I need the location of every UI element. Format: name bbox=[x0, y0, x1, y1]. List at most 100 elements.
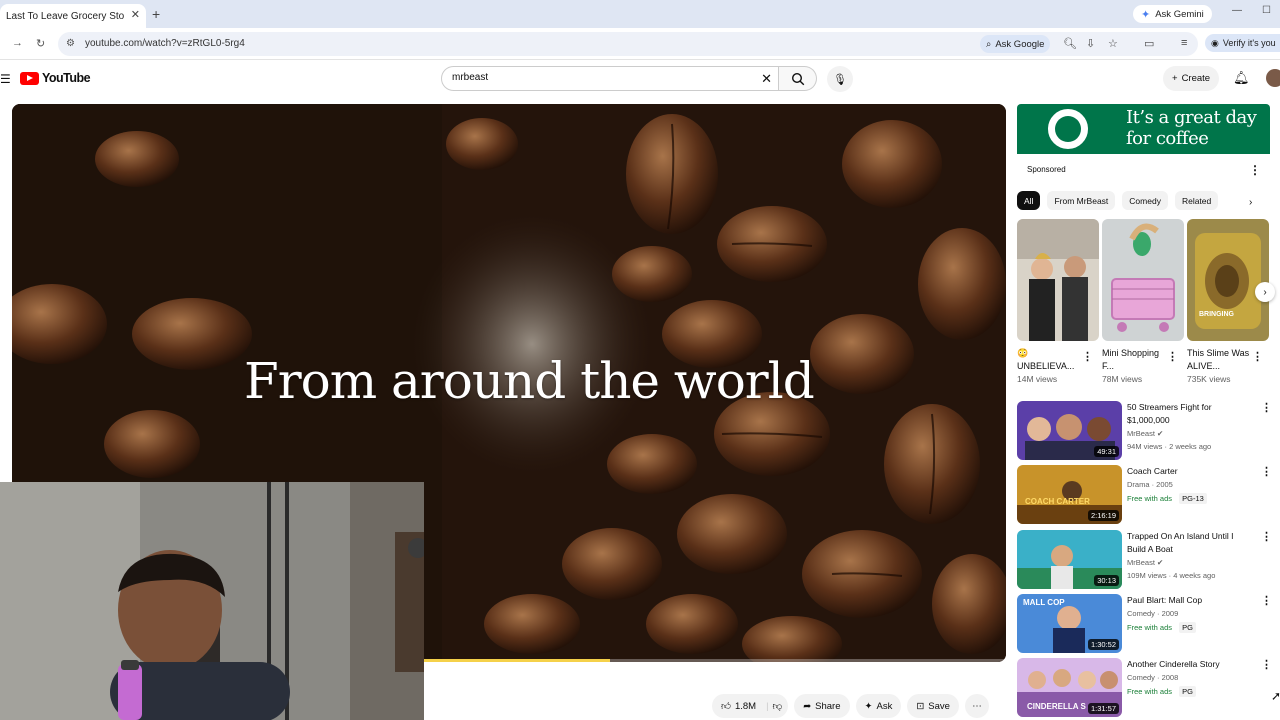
address-bar-row: → ↻ ⚙ youtube.com/watch?v=zRtGL0-5rg4 ⌕ … bbox=[0, 28, 1280, 60]
thumbnail-text: COACH CARTER bbox=[1025, 497, 1090, 506]
short-more-icon[interactable]: ⋮ bbox=[1167, 350, 1178, 363]
youtube-header: ☰ YouTube ✕ 🎙︎ + Create 🔔︎ bbox=[0, 60, 1280, 98]
video-duration: 1:30:52 bbox=[1087, 639, 1119, 650]
chip-comedy[interactable]: Comedy bbox=[1122, 191, 1168, 210]
short-more-icon[interactable]: ⋮ bbox=[1082, 350, 1093, 363]
video-more-icon[interactable]: ⋮ bbox=[1261, 658, 1272, 671]
forward-icon[interactable]: → bbox=[12, 37, 23, 49]
video-more-icon[interactable]: ⋮ bbox=[1261, 594, 1272, 607]
ask-gemini-button[interactable]: ✦ Ask Gemini bbox=[1133, 5, 1212, 23]
video-more-icon[interactable]: ⋮ bbox=[1261, 401, 1272, 414]
create-button[interactable]: + Create bbox=[1163, 66, 1220, 91]
short-views: 735K views bbox=[1187, 374, 1231, 384]
mouse-cursor-icon: ➚ bbox=[1271, 689, 1280, 703]
tab-close-icon[interactable]: ✕ bbox=[131, 8, 140, 21]
zoom-icon[interactable]: 🔍︎ bbox=[1063, 37, 1077, 50]
new-tab-button[interactable]: + bbox=[152, 6, 160, 22]
chips-next-icon[interactable]: › bbox=[1249, 197, 1252, 208]
clear-search-icon[interactable]: ✕ bbox=[761, 71, 772, 87]
starbucks-logo bbox=[1045, 106, 1091, 152]
chip-from-mrbeast[interactable]: From MrBeast bbox=[1047, 191, 1116, 210]
video-meta: 94M views · 2 weeks ago bbox=[1127, 442, 1212, 451]
short-title[interactable]: Mini Shopping F... bbox=[1102, 347, 1170, 373]
video-actions-bar: 👍︎ 1.8M | 👎︎ ➦ Share ✦ Ask ⊡ Save ⋯ bbox=[712, 694, 989, 718]
search-box[interactable]: ✕ bbox=[441, 66, 779, 91]
verify-profile-button[interactable]: ◉ Verify it's you bbox=[1205, 34, 1280, 52]
more-actions-button[interactable]: ⋯ bbox=[964, 694, 989, 718]
video-info: Another Cinderella Story Comedy · 2008 F… bbox=[1127, 658, 1247, 698]
video-more-icon[interactable]: ⋮ bbox=[1261, 530, 1272, 543]
ad-headline: It’s a great day for coffee bbox=[1126, 107, 1257, 149]
voice-search-button[interactable]: 🎙︎ bbox=[827, 66, 853, 92]
split-view-icon[interactable]: ▭ bbox=[1144, 37, 1154, 50]
install-icon[interactable]: ⇩ bbox=[1086, 37, 1095, 50]
video-duration: 49:31 bbox=[1094, 446, 1119, 457]
short-thumbnail: BRINGING bbox=[1187, 219, 1269, 341]
video-title[interactable]: Paul Blart: Mall Cop bbox=[1127, 594, 1247, 607]
video-thumbnail: COACH CARTER 2:16:19 bbox=[1017, 465, 1122, 524]
video-thumbnail: 30:13 bbox=[1017, 530, 1122, 589]
recommended-video[interactable]: MALL COP 1:30:52 Paul Blart: Mall Cop Co… bbox=[1017, 594, 1277, 654]
genre-year: Drama · 2005 bbox=[1127, 480, 1173, 489]
notifications-bell-icon[interactable]: 🔔︎ bbox=[1233, 70, 1250, 86]
channel-name[interactable]: MrBeast ✔ bbox=[1127, 556, 1247, 569]
video-info: Trapped On An Island Until I Build A Boa… bbox=[1127, 530, 1247, 582]
short-item[interactable]: 😳 UNBELIEVA... 14M views ⋮ bbox=[1017, 219, 1099, 384]
video-info: 50 Streamers Fight for $1,000,000 MrBeas… bbox=[1127, 401, 1247, 453]
short-thumbnail-image bbox=[1187, 219, 1269, 341]
short-more-icon[interactable]: ⋮ bbox=[1252, 350, 1263, 363]
avatar[interactable] bbox=[1266, 69, 1280, 87]
short-thumbnail-image bbox=[1017, 219, 1099, 341]
video-info: Coach Carter Drama · 2005 Free with ads … bbox=[1127, 465, 1247, 505]
short-title[interactable]: This Slime Was ALIVE... bbox=[1187, 347, 1255, 373]
youtube-logo[interactable]: YouTube bbox=[20, 71, 91, 85]
channel-name[interactable]: MrBeast ✔ bbox=[1127, 427, 1247, 440]
recommended-video[interactable]: 49:31 50 Streamers Fight for $1,000,000 … bbox=[1017, 401, 1277, 461]
bookmark-star-icon[interactable]: ☆ bbox=[1108, 37, 1118, 50]
video-more-icon[interactable]: ⋮ bbox=[1261, 465, 1272, 478]
url-text[interactable]: youtube.com/watch?v=zRtGL0-5rg4 bbox=[85, 38, 245, 49]
recommended-video[interactable]: COACH CARTER 2:16:19 Coach Carter Drama … bbox=[1017, 465, 1277, 525]
site-info-icon[interactable]: ⚙ bbox=[66, 38, 75, 49]
like-button[interactable]: 👍︎ 1.8M | 👎︎ bbox=[712, 694, 789, 718]
short-thumbnail bbox=[1017, 219, 1099, 341]
ask-gemini-label: Ask Gemini bbox=[1155, 8, 1204, 20]
video-progress-bar[interactable] bbox=[424, 659, 1006, 662]
ad-more-icon[interactable]: ⋮ bbox=[1249, 163, 1261, 177]
video-title[interactable]: 50 Streamers Fight for $1,000,000 bbox=[1127, 401, 1247, 427]
video-duration: 2:16:19 bbox=[1087, 510, 1119, 521]
maximize-icon[interactable]: ☐ bbox=[1262, 5, 1271, 16]
search-button[interactable] bbox=[779, 66, 817, 91]
share-button[interactable]: ➦ Share bbox=[794, 694, 850, 718]
minimize-icon[interactable]: — bbox=[1232, 5, 1242, 16]
reload-icon[interactable]: ↻ bbox=[36, 37, 45, 50]
short-item[interactable]: BRINGING This Slime Was ALIVE... 735K vi… bbox=[1187, 219, 1269, 384]
browser-tab[interactable]: Last To Leave Grocery Store, Wi ✕ bbox=[0, 4, 146, 28]
plus-icon: + bbox=[1172, 73, 1178, 84]
save-button[interactable]: ⊡ Save bbox=[907, 694, 959, 718]
verified-check-icon: ✔ bbox=[1157, 429, 1164, 438]
search-input[interactable] bbox=[452, 72, 752, 83]
ask-google-button[interactable]: ⌕ Ask Google bbox=[980, 35, 1051, 53]
omnibox[interactable]: ⚙ youtube.com/watch?v=zRtGL0-5rg4 ⌕ Ask … bbox=[58, 32, 1198, 56]
ask-button[interactable]: ✦ Ask bbox=[855, 694, 902, 718]
video-title[interactable]: Coach Carter bbox=[1127, 465, 1247, 478]
chip-related[interactable]: Related bbox=[1174, 191, 1219, 210]
gemini-sparkle-icon: ✦ bbox=[1141, 8, 1151, 21]
thumbs-down-icon[interactable]: 👎︎ bbox=[773, 700, 783, 712]
search-icon bbox=[791, 72, 804, 85]
video-title[interactable]: Trapped On An Island Until I Build A Boa… bbox=[1127, 530, 1247, 556]
sponsored-ad-banner[interactable]: It’s a great day for coffee bbox=[1017, 104, 1270, 154]
menu-icon[interactable]: ☰ bbox=[0, 72, 11, 86]
short-item[interactable]: Mini Shopping F... 78M views ⋮ bbox=[1102, 219, 1184, 384]
video-thumbnail: 49:31 bbox=[1017, 401, 1122, 460]
shorts-next-button[interactable]: › bbox=[1255, 282, 1275, 302]
recommended-video[interactable]: 30:13 Trapped On An Island Until I Build… bbox=[1017, 530, 1277, 590]
video-badges: Free with ads PG-13 bbox=[1127, 492, 1247, 505]
video-title[interactable]: Another Cinderella Story bbox=[1127, 658, 1247, 671]
short-title[interactable]: 😳 UNBELIEVA... bbox=[1017, 347, 1085, 373]
recommended-video[interactable]: CINDERELLA S 1:31:57 Another Cinderella … bbox=[1017, 658, 1277, 718]
video-thumbnail: MALL COP 1:30:52 bbox=[1017, 594, 1122, 653]
reading-list-icon[interactable]: ≡ bbox=[1181, 37, 1187, 49]
chip-all[interactable]: All bbox=[1017, 191, 1041, 210]
